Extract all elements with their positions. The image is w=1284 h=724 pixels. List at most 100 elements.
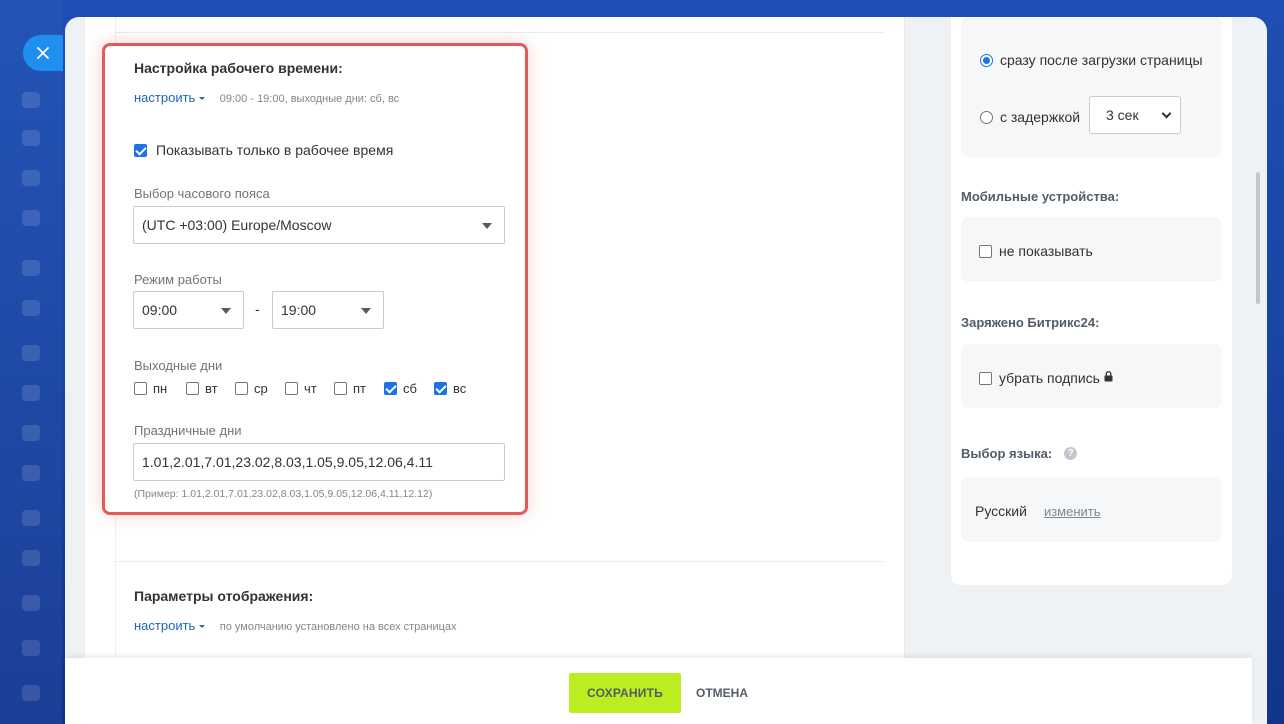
show-after-load-label: сразу после загрузки страницы xyxy=(1000,52,1203,68)
help-icon[interactable]: ? xyxy=(1064,447,1078,460)
remove-signature-option: убрать подпись xyxy=(979,370,1113,386)
weekday-option-wed: ср xyxy=(235,381,268,396)
divider xyxy=(115,32,884,33)
language-title-row: Выбор языка: ? xyxy=(961,446,1078,461)
close-slider-button[interactable] xyxy=(23,35,63,71)
close-icon xyxy=(37,47,49,59)
show-after-load-option: сразу после загрузки страницы xyxy=(980,52,1203,68)
sidebar-ghost-icon xyxy=(22,130,40,146)
sidebar-ghost-icon xyxy=(22,210,40,226)
weekday-checkbox-sun[interactable] xyxy=(434,382,447,395)
chevron-down-icon xyxy=(199,97,206,101)
mobile-title: Мобильные устройства: xyxy=(961,189,1120,204)
weekday-checkbox-mon[interactable] xyxy=(134,382,147,395)
weekday-checkbox-tue[interactable] xyxy=(186,382,199,395)
sidebar-ghost-icon xyxy=(22,385,40,401)
language-change-link[interactable]: изменить xyxy=(1044,504,1101,519)
language-row: Русский изменить xyxy=(975,503,1101,519)
weekday-option-tue: вт xyxy=(186,381,218,396)
holidays-value: 1.01,2.01,7.01,23.02,8.03,1.05,9.05,12.0… xyxy=(142,454,433,470)
weekends-label: Выходные дни xyxy=(134,358,223,373)
scrollbar[interactable] xyxy=(1256,172,1260,304)
weekday-label-tue: вт xyxy=(205,381,218,396)
working-time-summary: 09:00 - 19:00, выходные дни: сб, вс xyxy=(219,93,400,105)
weekday-option-sat: сб xyxy=(384,381,417,396)
end-time-value: 19:00 xyxy=(281,302,317,318)
weekday-checkbox-wed[interactable] xyxy=(235,382,248,395)
working-time-title: Настройка рабочего времени: xyxy=(134,60,343,76)
working-time-setup-row: настроить 09:00 - 19:00, выходные дни: с… xyxy=(134,89,399,107)
language-value: Русский xyxy=(975,503,1027,519)
mobile-hide-option: не показывать xyxy=(979,243,1093,259)
weekday-label-wed: ср xyxy=(254,381,268,396)
holidays-label: Праздничные дни xyxy=(134,423,242,438)
divider xyxy=(115,561,884,562)
display-params-summary: по умолчанию установлено на всех страниц… xyxy=(219,621,457,633)
lock-icon xyxy=(1104,370,1113,381)
timezone-label: Выбор часового пояса xyxy=(134,186,270,201)
display-params-setup-row: настроить по умолчанию установлено на вс… xyxy=(134,617,457,635)
delay-select[interactable]: 3 сек xyxy=(1089,96,1181,134)
sidebar-ghost-icon xyxy=(22,640,40,656)
show-with-delay-option: с задержкой xyxy=(980,109,1080,125)
bitrix-title: Заряжено Битрикс24: xyxy=(961,315,1100,330)
dropdown-arrow-icon xyxy=(482,223,492,229)
save-button[interactable]: СОХРАНИТЬ xyxy=(569,673,681,713)
weekday-checkbox-thu[interactable] xyxy=(285,382,298,395)
dropdown-arrow-icon xyxy=(221,308,231,314)
chevron-down-icon xyxy=(1161,108,1172,119)
sidebar-ghost-icon xyxy=(22,595,40,611)
sidebar-ghost-icon xyxy=(22,465,40,481)
weekday-option-mon: пн xyxy=(134,381,167,396)
weekday-checkbox-fri[interactable] xyxy=(334,382,347,395)
sidebar-ghost-icon xyxy=(22,345,40,361)
remove-signature-checkbox[interactable] xyxy=(979,371,992,385)
background-sidebar xyxy=(0,0,62,724)
show-timing-box xyxy=(961,17,1222,157)
mobile-hide-checkbox[interactable] xyxy=(979,244,992,258)
weekday-label-mon: пн xyxy=(153,381,168,396)
language-title: Выбор языка: xyxy=(961,446,1053,461)
start-time-value: 09:00 xyxy=(142,302,178,318)
sidebar-ghost-icon xyxy=(22,300,40,316)
sidebar-ghost-icon xyxy=(22,425,40,441)
show-with-delay-radio[interactable] xyxy=(980,110,993,124)
holidays-example: (Пример: 1.01,2.01,7.01,23.02,8.03,1.05,… xyxy=(134,488,433,500)
dropdown-arrow-icon xyxy=(361,308,371,314)
weekday-option-fri: пт xyxy=(334,381,366,396)
weekday-label-thu: чт xyxy=(304,381,317,396)
weekday-label-sat: сб xyxy=(403,381,417,396)
sidebar-ghost-icon xyxy=(22,685,40,701)
work-mode-label: Режим работы xyxy=(134,272,222,287)
sidebar-ghost-icon xyxy=(22,510,40,526)
sidebar-ghost-icon xyxy=(22,260,40,276)
weekday-label-sun: вс xyxy=(453,381,467,396)
only-working-time-option: Показывать только в рабочее время xyxy=(134,142,393,158)
cancel-button[interactable]: ОТМЕНА xyxy=(690,673,754,713)
mobile-hide-label: не показывать xyxy=(999,243,1093,259)
weekday-option-thu: чт xyxy=(285,381,317,396)
weekday-label-fri: пт xyxy=(353,381,366,396)
only-working-time-label: Показывать только в рабочее время xyxy=(156,142,394,158)
timezone-select[interactable]: (UTC +03:00) Europe/Moscow xyxy=(133,206,505,244)
delay-value: 3 сек xyxy=(1106,107,1139,123)
show-with-delay-label: с задержкой xyxy=(1000,109,1081,125)
only-working-time-checkbox[interactable] xyxy=(134,143,147,157)
display-params-title: Параметры отображения: xyxy=(134,588,314,604)
display-params-setup-link[interactable]: настроить xyxy=(134,618,206,633)
end-time-select[interactable]: 19:00 xyxy=(272,291,384,329)
weekday-option-sun: вс xyxy=(434,381,466,396)
sidebar-ghost-icon xyxy=(22,170,40,186)
working-time-setup-link[interactable]: настроить xyxy=(134,90,206,105)
holidays-input[interactable]: 1.01,2.01,7.01,23.02,8.03,1.05,9.05,12.0… xyxy=(133,443,505,481)
setup-link-label: настроить xyxy=(134,90,196,105)
timezone-value: (UTC +03:00) Europe/Moscow xyxy=(142,217,332,233)
time-separator: - xyxy=(255,301,260,317)
sidebar-ghost-icon xyxy=(22,92,40,108)
weekday-checkbox-sat[interactable] xyxy=(384,382,397,395)
sidebar-ghost-icon xyxy=(22,550,40,566)
chevron-down-icon xyxy=(199,625,206,629)
remove-signature-label: убрать подпись xyxy=(999,370,1100,386)
show-after-load-radio[interactable] xyxy=(980,53,993,67)
start-time-select[interactable]: 09:00 xyxy=(133,291,244,329)
